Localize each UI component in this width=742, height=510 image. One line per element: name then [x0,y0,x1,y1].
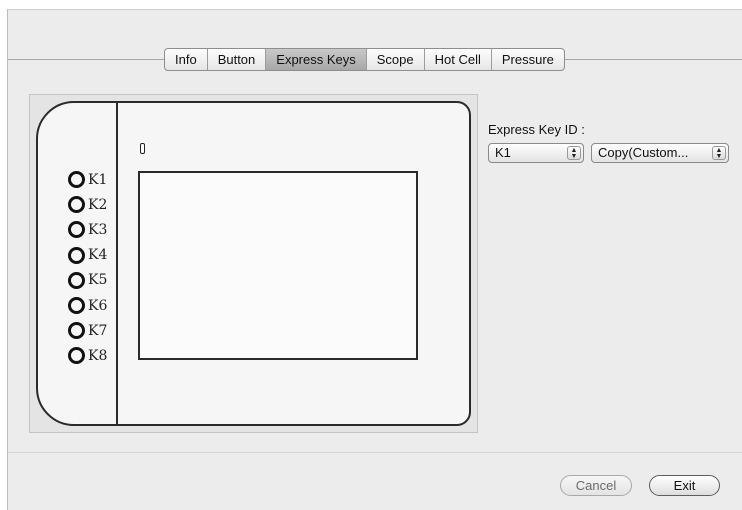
tab-info[interactable]: Info [165,49,208,70]
key-ring-icon [68,246,85,264]
cancel-button[interactable]: Cancel [560,475,632,496]
express-key-k1[interactable]: K1 [68,167,107,192]
key-ring-icon [68,322,85,340]
up-down-arrows-icon: ▲ ▼ [712,146,726,160]
express-key-select-value: K1 [495,145,511,160]
key-ring-icon [68,196,85,214]
tablet-preview: K1 K2 K3 K4 K5 K6 K7 K8 [29,94,478,433]
tablet-settings-window: Info Button Express Keys Scope Hot Cell … [7,9,742,510]
express-key-k6[interactable]: K6 [68,293,107,318]
express-key-action-value: Copy(Custom... [598,145,689,160]
exit-button[interactable]: Exit [649,475,720,496]
express-key-action-select[interactable]: Copy(Custom... ▲ ▼ [591,143,729,163]
express-key-k4[interactable]: K4 [68,243,107,268]
express-key-label: K7 [88,322,108,339]
tablet-outline: K1 K2 K3 K4 K5 K6 K7 K8 [36,101,471,426]
tablet-active-area [138,171,418,360]
tab-hot-cell[interactable]: Hot Cell [425,49,492,70]
express-key-id-label: Express Key ID : [488,122,585,137]
status-led-icon [140,143,145,154]
express-key-label: K5 [88,272,108,289]
express-key-select[interactable]: K1 ▲ ▼ [488,143,584,163]
express-key-k7[interactable]: K7 [68,318,107,343]
express-key-panel-divider [116,103,118,424]
key-ring-icon [68,171,85,189]
express-key-list: K1 K2 K3 K4 K5 K6 K7 K8 [68,167,107,369]
express-key-k5[interactable]: K5 [68,268,107,293]
key-ring-icon [68,347,85,365]
express-key-label: K1 [88,171,108,188]
footer-divider [8,452,742,453]
key-ring-icon [68,271,85,289]
tab-express-keys[interactable]: Express Keys [266,49,367,70]
express-key-label: K3 [88,221,108,238]
tab-pressure[interactable]: Pressure [492,49,564,70]
up-down-arrows-icon: ▲ ▼ [567,146,581,160]
key-ring-icon [68,297,85,315]
express-key-label: K6 [88,297,108,314]
express-key-label: K4 [88,247,108,264]
express-key-k2[interactable]: K2 [68,192,107,217]
key-ring-icon [68,221,85,239]
express-key-k3[interactable]: K3 [68,217,107,242]
tab-scope[interactable]: Scope [367,49,425,70]
express-key-label: K8 [88,347,108,364]
tab-button[interactable]: Button [208,49,267,70]
express-key-k8[interactable]: K8 [68,343,107,368]
tab-bar: Info Button Express Keys Scope Hot Cell … [164,48,565,71]
express-key-label: K2 [88,196,108,213]
